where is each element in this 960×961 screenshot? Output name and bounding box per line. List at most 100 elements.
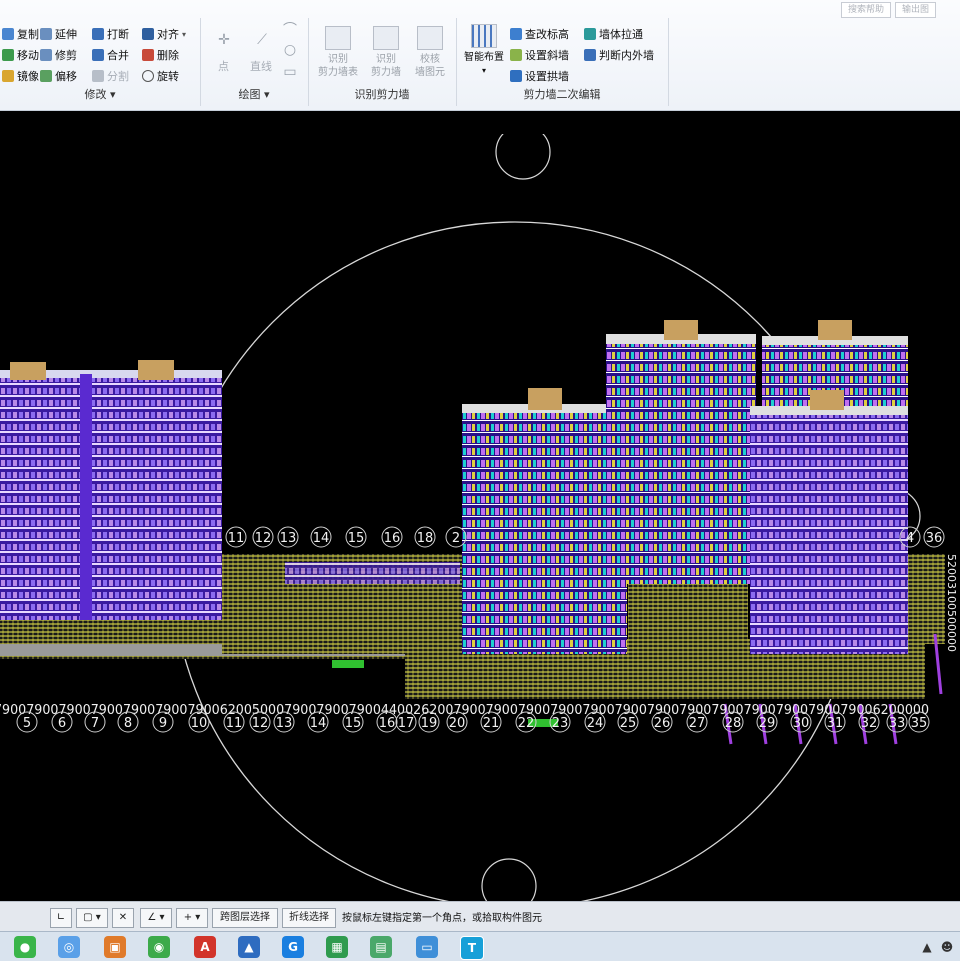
offset-button[interactable]: 偏移 (40, 68, 77, 84)
identify-wall-line2: 剪力墙 (371, 67, 401, 78)
rotate-button[interactable]: 旋转 (142, 68, 179, 84)
glodon-icon[interactable]: G (282, 936, 304, 958)
smart-layout-button[interactable]: 智能布置 ▾ (460, 24, 508, 77)
right-dimension-strip: 52003100500000 (945, 554, 958, 652)
chrome-icon[interactable]: ◉ (148, 936, 170, 958)
identify-group-title: 识别剪力墙 (354, 88, 410, 101)
gtj-icon[interactable]: T (460, 936, 484, 960)
copy-button[interactable]: 复制 (2, 26, 39, 42)
check-wall-line1: 校核 (420, 54, 440, 65)
extend-button[interactable]: 延伸 (40, 26, 77, 42)
output-field[interactable]: 输出图 (894, 2, 936, 18)
eraser-icon (142, 49, 154, 61)
grid-layout-icon (471, 24, 497, 48)
inner-outer-wall-button[interactable]: 判断内外墙 (584, 47, 654, 63)
search-input[interactable]: 搜索帮助 (840, 2, 891, 18)
mirror-button[interactable]: 镜像 (2, 68, 39, 84)
check-wall-button[interactable]: 校核 墙图元 (408, 26, 452, 79)
svg-text:16: 16 (384, 531, 401, 546)
svg-text:14: 14 (313, 531, 330, 546)
svg-text:35: 35 (911, 716, 928, 731)
cad-canvas[interactable]: 52003100500000 7900790079007900790079007… (0, 134, 960, 901)
svg-text:7: 7 (91, 716, 99, 731)
rotate-label: 旋转 (157, 70, 179, 83)
rotate-icon (142, 70, 154, 82)
angle-icon[interactable]: ∠ ▾ (140, 908, 172, 928)
slope-wall-icon (510, 49, 522, 61)
tower-left-core-b (138, 360, 174, 380)
svg-text:30: 30 (793, 716, 810, 731)
offset-icon (40, 70, 52, 82)
svg-text:12: 12 (255, 531, 272, 546)
identify-table-line2: 剪力墙表 (318, 67, 358, 78)
inner-outer-icon (584, 49, 596, 61)
sheets-icon[interactable]: ▦ (326, 936, 348, 958)
line-icon[interactable]: ⟋ (254, 32, 270, 48)
svg-text:28: 28 (725, 716, 742, 731)
svg-text:13: 13 (280, 531, 297, 546)
modify-title: 修改 (84, 88, 107, 101)
identify-wall-table-button[interactable]: 识别 剪力墙表 (316, 26, 360, 79)
select-box-icon[interactable]: ▢ ▾ (76, 908, 108, 928)
svg-text:4: 4 (906, 531, 914, 546)
grip-circle-top (495, 134, 551, 180)
polyline-select-button[interactable]: 折线选择 (282, 908, 336, 928)
cross-icon[interactable]: ✕ (112, 908, 134, 928)
delete-button[interactable]: 删除 (142, 47, 179, 63)
tray-arrow-icon[interactable]: ▲ (916, 936, 938, 958)
delete-label: 删除 (157, 49, 179, 62)
tower-left (0, 372, 222, 620)
point-label[interactable]: 点 (218, 58, 229, 74)
extend-label: 延伸 (55, 28, 77, 41)
align-button[interactable]: 对齐 ▾ (142, 26, 186, 42)
qq-icon[interactable]: ◎ (58, 936, 80, 958)
wall-extend-button[interactable]: 墙体拉通 (584, 26, 643, 42)
merge-button[interactable]: 合并 (92, 47, 129, 63)
browser-icon[interactable]: ▣ (104, 936, 126, 958)
cross-layer-select-button[interactable]: 跨图层选择 (212, 908, 278, 928)
image-viewer-icon[interactable]: ▲ (238, 936, 260, 958)
split-label: 分割 (107, 70, 129, 83)
extend-icon (40, 28, 52, 40)
slope-wall-button[interactable]: 设置斜墙 (510, 47, 569, 63)
snap-icon[interactable]: + ▾ (176, 908, 208, 928)
tower-three-core (528, 388, 562, 410)
merge-icon (92, 49, 104, 61)
axis-bubble-top: 13 (277, 526, 299, 548)
trim-button[interactable]: 修剪 (40, 47, 77, 63)
pdf-icon[interactable]: A (194, 936, 216, 958)
arc-icon[interactable]: ⌒ (282, 22, 298, 38)
svg-text:12: 12 (252, 716, 269, 731)
rectangle-icon[interactable]: ▭ (282, 64, 298, 80)
edit-elevation-button[interactable]: 查改标高 (510, 26, 569, 42)
calc-icon[interactable]: ▤ (370, 936, 392, 958)
search-area: 搜索帮助 输出图 (840, 2, 936, 18)
split-button[interactable]: 分割 (92, 68, 129, 84)
identify-wall-button[interactable]: 识别 剪力墙 (364, 26, 408, 79)
tower-five-core (818, 320, 852, 340)
move-label: 移动 (17, 49, 39, 62)
trim-icon (40, 49, 52, 61)
files-icon[interactable]: ▭ (416, 936, 438, 958)
ucs-icon[interactable]: ∟ (50, 908, 72, 928)
draw-group-title: 绘图 ▾ (238, 88, 270, 101)
point-icon[interactable]: ✛ (216, 32, 232, 48)
elevation-icon (510, 28, 522, 40)
line-label[interactable]: 直线 (250, 58, 272, 74)
svg-text:11: 11 (228, 531, 245, 546)
tray-user-icon[interactable]: ☻ (936, 936, 958, 958)
drawing-svg[interactable]: 52003100500000 7900790079007900790079007… (0, 134, 960, 901)
arch-wall-button[interactable]: 设置拱墙 (510, 68, 569, 84)
break-button[interactable]: 打断 (92, 26, 129, 42)
axis-bubble-top: 14 (310, 526, 332, 548)
status-bar: ∟ ▢ ▾ ✕ ∠ ▾ + ▾ 跨图层选择 折线选择 按鼠标左键指定第一个角点，… (0, 901, 960, 932)
wechat-icon[interactable]: ● (14, 936, 36, 958)
podium-center (628, 582, 748, 652)
podium-far-right (905, 554, 945, 644)
svg-text:22: 22 (518, 716, 535, 731)
circle-icon[interactable]: ○ (282, 42, 298, 58)
move-button[interactable]: 移动 (2, 47, 39, 63)
wall-icon (373, 26, 399, 50)
chevron-down-icon[interactable]: ▾ (182, 30, 186, 39)
svg-text:15: 15 (345, 716, 362, 731)
